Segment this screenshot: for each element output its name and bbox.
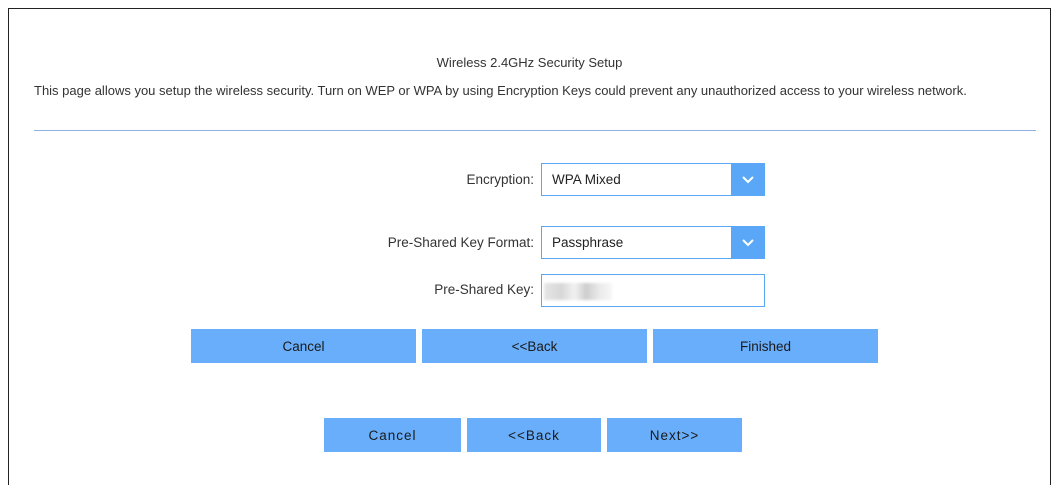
back-button[interactable]: <<Back xyxy=(422,329,647,363)
encryption-select-value: WPA Mixed xyxy=(552,172,621,187)
key-format-select[interactable]: Passphrase xyxy=(541,226,765,259)
next-button[interactable]: Next>> xyxy=(607,418,742,452)
finished-button[interactable]: Finished xyxy=(653,329,878,363)
key-format-select-value: Passphrase xyxy=(552,235,624,250)
chevron-down-icon[interactable] xyxy=(731,227,764,258)
cancel-button[interactable]: Cancel xyxy=(191,329,416,363)
psk-label: Pre-Shared Key: xyxy=(434,282,534,297)
psk-input[interactable] xyxy=(541,274,765,307)
back-button-secondary[interactable]: <<Back xyxy=(467,418,601,452)
page-title: Wireless 2.4GHz Security Setup xyxy=(436,55,623,70)
chevron-down-icon[interactable] xyxy=(731,164,764,195)
cancel-button-secondary[interactable]: Cancel xyxy=(324,418,461,452)
encryption-select[interactable]: WPA Mixed xyxy=(541,163,765,196)
encryption-label: Encryption: xyxy=(466,172,534,187)
redacted-key-mask xyxy=(544,283,612,300)
divider xyxy=(34,130,1036,131)
key-format-label: Pre-Shared Key Format: xyxy=(387,235,534,250)
page-description: This page allows you setup the wireless … xyxy=(34,83,967,98)
